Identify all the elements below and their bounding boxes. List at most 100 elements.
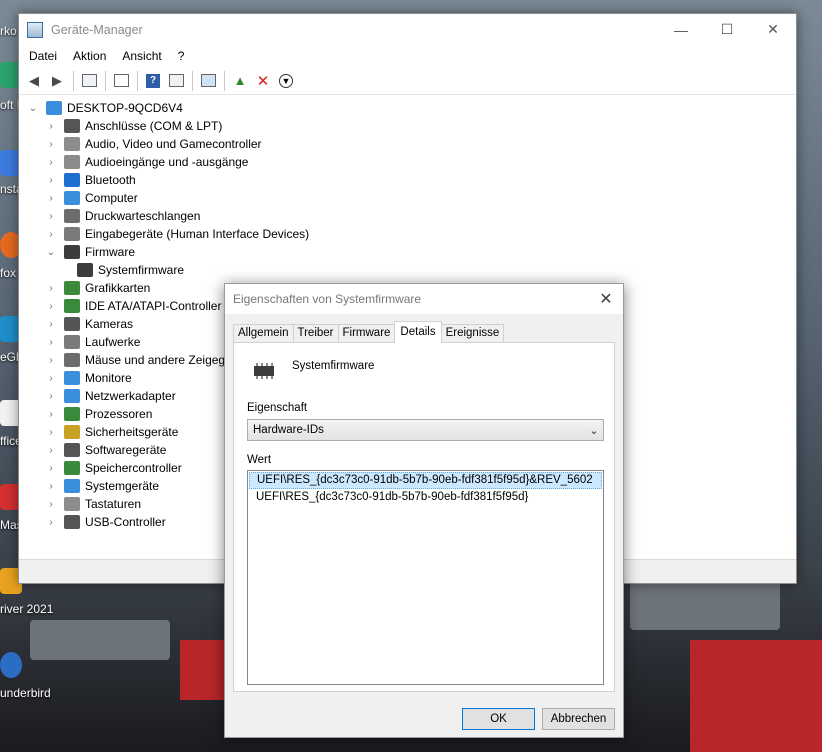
tree-child-item[interactable]: Systemfirmware [19,261,796,279]
chevron-right-icon[interactable]: › [45,211,57,222]
chip-icon [254,363,274,379]
security-icon [64,425,80,439]
chevron-right-icon[interactable]: › [45,337,57,348]
system-icon [64,479,80,493]
chevron-right-icon[interactable]: › [45,319,57,330]
tree-item[interactable]: › Computer [19,189,796,207]
tab-strip: Allgemein Treiber Firmware Details Ereig… [233,321,505,343]
help-icon[interactable]: ? [142,70,164,92]
chevron-down-icon[interactable]: ⌄ [45,247,57,258]
camera-icon [64,317,80,331]
tree-item[interactable]: › Eingabegeräte (Human Interface Devices) [19,225,796,243]
thunderbird-desktop-icon[interactable] [0,652,22,678]
tab-allgemein[interactable]: Allgemein [233,324,294,343]
close-button[interactable]: ✕ [750,14,796,45]
chevron-right-icon[interactable]: › [45,427,57,438]
tree-item[interactable]: ⌄ Firmware [19,243,796,261]
chevron-right-icon[interactable]: › [45,463,57,474]
uninstall-device-icon[interactable]: ✕ [252,70,274,92]
tree-item-label: Audio, Video und Gamecontroller [85,137,262,151]
tree-item-label: Grafikkarten [85,281,151,295]
chevron-right-icon[interactable]: › [45,391,57,402]
desktop-icon-label: fox [0,266,17,280]
display-adapter-icon [64,281,80,295]
tree-root-label: DESKTOP-9QCD6V4 [67,101,183,115]
chevron-right-icon[interactable]: › [45,157,57,168]
tree-item-label: Firmware [85,245,135,259]
dialog-title-bar[interactable]: Eigenschaften von Systemfirmware ✕ [225,284,623,314]
chip-icon [77,263,93,277]
tab-treiber[interactable]: Treiber [292,324,339,343]
chevron-right-icon[interactable]: › [45,499,57,510]
wallpaper-decoration [690,640,822,752]
scan-hardware-icon[interactable] [197,70,219,92]
chevron-right-icon[interactable]: › [45,373,57,384]
chevron-right-icon[interactable]: › [45,517,57,528]
network-icon [64,389,80,403]
tree-item[interactable]: › Audioeingänge und -ausgänge [19,153,796,171]
tree-item-label: Computer [85,191,138,205]
chevron-right-icon[interactable]: › [45,481,57,492]
menu-datei[interactable]: Datei [21,45,65,67]
minimize-button[interactable]: — [658,14,704,45]
dialog-close-button[interactable]: ✕ [589,289,623,309]
toolbar-separator [137,70,138,91]
ok-button[interactable]: OK [462,708,535,730]
details-view-icon[interactable] [165,70,187,92]
ide-icon [64,299,80,313]
tree-item-label: Laufwerke [85,335,141,349]
monitor-icon [64,371,80,385]
maximize-button[interactable]: ☐ [704,14,750,45]
menu-help[interactable]: ? [170,45,193,67]
desktop-icon-label: underbird [0,686,51,700]
cpu-icon [64,407,80,421]
chevron-right-icon[interactable]: › [45,229,57,240]
tree-item[interactable]: › Anschlüsse (COM & LPT) [19,117,796,135]
speaker-icon [64,137,80,151]
tab-firmware[interactable]: Firmware [337,324,396,343]
title-bar[interactable]: Geräte-Manager — ☐ ✕ [19,14,796,45]
chevron-right-icon[interactable]: › [45,283,57,294]
download-icon[interactable]: ▼ [275,70,297,92]
cancel-button[interactable]: Abbrechen [542,708,615,730]
chevron-right-icon[interactable]: › [45,193,57,204]
tree-item[interactable]: › Druckwarteschlangen [19,207,796,225]
chevron-right-icon[interactable]: › [45,139,57,150]
device-manager-icon [27,21,43,38]
update-driver-icon[interactable]: ▲ [229,70,251,92]
desktop-icon-label: river 2021 [0,602,54,616]
back-arrow-icon[interactable]: ◀ [23,70,45,92]
tab-details[interactable]: Details [394,321,442,343]
toolbar-separator [105,70,106,91]
show-hide-console-tree-icon[interactable] [78,70,100,92]
tree-item[interactable]: › Bluetooth [19,171,796,189]
hid-icon [64,227,80,241]
property-label: Eigenschaft [247,402,308,414]
chevron-right-icon[interactable]: › [45,175,57,186]
tree-item-label: Softwaregeräte [85,443,167,457]
forward-arrow-icon[interactable]: ▶ [46,70,68,92]
tree-item-label: Bluetooth [85,173,136,187]
chevron-right-icon[interactable]: › [45,355,57,366]
property-select-value: Hardware-IDs [253,424,324,436]
properties-icon[interactable] [110,70,132,92]
chevron-down-icon[interactable]: ⌄ [27,103,39,114]
list-item[interactable]: UEFI\RES_{dc3c73c0-91db-5b7b-90eb-fdf381… [249,489,602,506]
chevron-right-icon[interactable]: › [45,445,57,456]
tree-root[interactable]: ⌄ DESKTOP-9QCD6V4 [19,99,796,117]
property-select[interactable]: Hardware-IDs ⌄ [247,419,604,441]
menu-aktion[interactable]: Aktion [65,45,114,67]
mouse-icon [64,353,80,367]
chip-icon [64,245,80,259]
chevron-right-icon[interactable]: › [45,301,57,312]
tree-item[interactable]: › Audio, Video und Gamecontroller [19,135,796,153]
menu-ansicht[interactable]: Ansicht [114,45,169,67]
tree-item-label: Audioeingänge und -ausgänge [85,155,249,169]
chevron-right-icon[interactable]: › [45,121,57,132]
menu-bar: Datei Aktion Ansicht ? [19,45,796,67]
chevron-right-icon[interactable]: › [45,409,57,420]
list-item[interactable]: UEFI\RES_{dc3c73c0-91db-5b7b-90eb-fdf381… [249,472,602,489]
value-listbox[interactable]: UEFI\RES_{dc3c73c0-91db-5b7b-90eb-fdf381… [247,470,604,685]
tree-item-label: Tastaturen [85,497,142,511]
tab-ereignisse[interactable]: Ereignisse [440,324,505,343]
